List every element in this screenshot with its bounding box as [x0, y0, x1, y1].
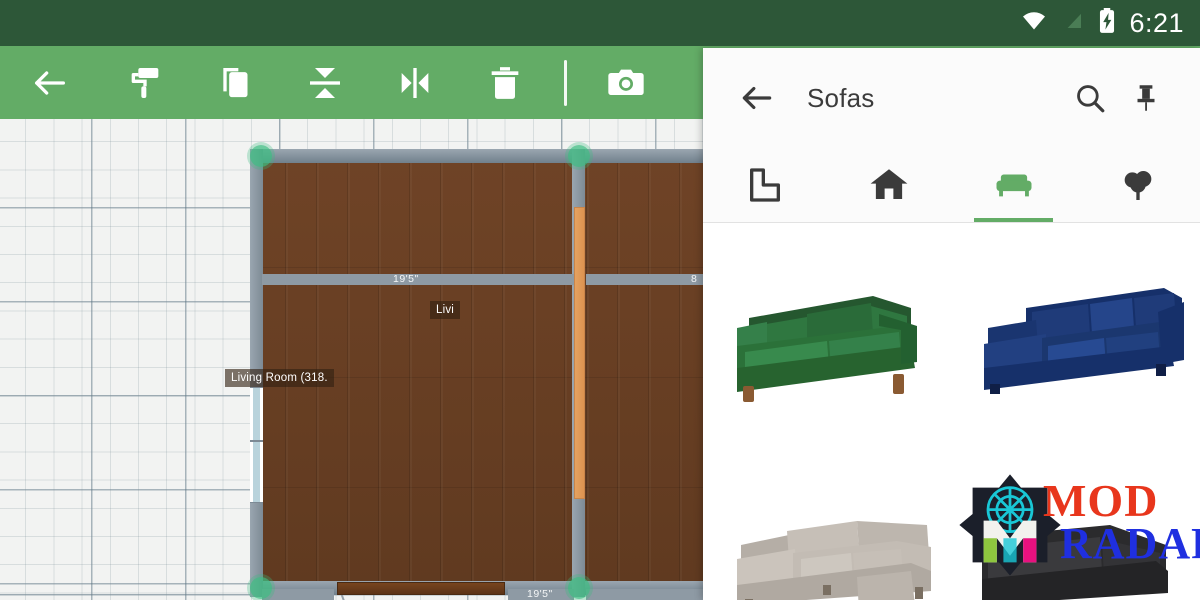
- arrow-left-icon: [742, 86, 772, 110]
- status-bar: 6:21: [0, 0, 1200, 46]
- corner-handle-top-mid[interactable]: [568, 145, 590, 167]
- panel-back-button[interactable]: [729, 70, 785, 126]
- partition-wall[interactable]: [574, 207, 585, 499]
- dimension-line-bottom-left[interactable]: [262, 589, 334, 600]
- search-icon: [1077, 85, 1105, 113]
- delete-button[interactable]: [460, 46, 550, 119]
- dimension-line-bottom-right[interactable]: [586, 589, 704, 600]
- toolbar-divider: [564, 59, 567, 106]
- sofa-icon: [996, 174, 1032, 197]
- panel-search-button[interactable]: [1062, 70, 1118, 126]
- trash-icon: [491, 66, 519, 99]
- corner-handle-top-left[interactable]: [250, 145, 272, 167]
- window-left-upper[interactable]: [250, 387, 263, 441]
- wifi-icon: [1019, 9, 1049, 38]
- flip-horizontal-icon: [401, 67, 429, 98]
- status-clock: 6:21: [1129, 7, 1184, 38]
- pin-icon: [1137, 85, 1155, 111]
- panel-header: Sofas: [703, 48, 1200, 148]
- room-label-living-room: Living Room (318.: [225, 369, 334, 387]
- battery-charging-icon: [1097, 7, 1117, 39]
- panel-tabs: [703, 148, 1200, 223]
- wall-top[interactable]: [254, 149, 704, 163]
- corner-handle-bottom-left[interactable]: [250, 577, 272, 599]
- corner-handle-bottom-mid[interactable]: [568, 577, 590, 599]
- dimension-top-left-label: 19'5": [390, 274, 422, 285]
- tab-outdoor[interactable]: [1076, 148, 1200, 222]
- camera-icon: [608, 69, 644, 95]
- window-left-lower[interactable]: [250, 441, 263, 503]
- sofa-blue-sectional[interactable]: [951, 223, 1200, 448]
- furniture-catalog-panel: Sofas: [703, 48, 1200, 600]
- paint-button[interactable]: [100, 46, 190, 119]
- furniture-grid: [703, 223, 1200, 600]
- dimension-bottom-label: 19'5": [524, 589, 556, 600]
- paint-roller-icon: [131, 67, 159, 98]
- tree-icon: [1124, 171, 1152, 200]
- dimension-line-top-right[interactable]: [586, 274, 704, 285]
- back-button[interactable]: [0, 46, 100, 119]
- flip-vertical-button[interactable]: [280, 46, 370, 119]
- panel-pin-button[interactable]: [1118, 70, 1174, 126]
- sofa-black-sectional[interactable]: [951, 448, 1200, 600]
- home-icon: [871, 169, 908, 199]
- door-bottom[interactable]: [337, 582, 505, 595]
- flip-vertical-icon: [310, 67, 340, 98]
- sofa-gray-u-sectional[interactable]: [703, 448, 952, 600]
- flip-horizontal-button[interactable]: [370, 46, 460, 119]
- dimension-top-right-label: 8: [688, 274, 701, 285]
- sofa-green-2seat[interactable]: [703, 223, 952, 448]
- tab-building[interactable]: [827, 148, 951, 222]
- panel-title: Sofas: [807, 82, 875, 113]
- duplicate-button[interactable]: [190, 46, 280, 119]
- copy-icon: [223, 67, 248, 97]
- tab-floorplan[interactable]: [703, 148, 827, 222]
- floor-right[interactable]: [586, 157, 703, 591]
- tab-furniture[interactable]: [952, 148, 1076, 222]
- floorplan-icon: [750, 168, 781, 202]
- no-signal-icon: [1061, 9, 1085, 38]
- room-label-secondary: Livi: [430, 301, 461, 319]
- camera-button[interactable]: [581, 46, 671, 119]
